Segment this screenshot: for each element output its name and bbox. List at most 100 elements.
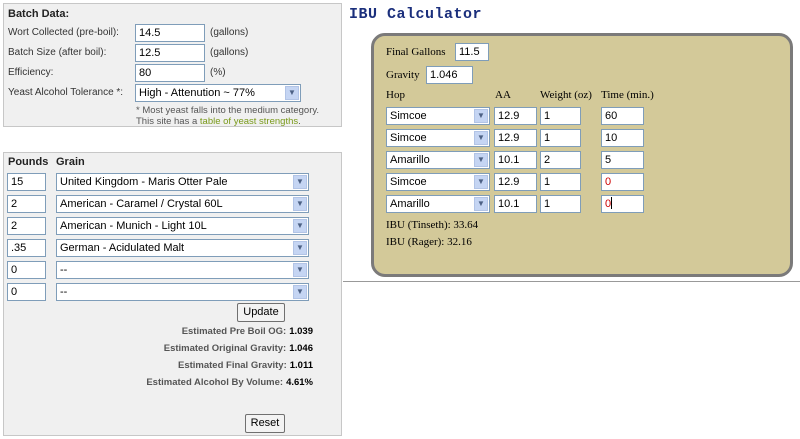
gravity-input[interactable]: 1.046 <box>426 66 473 84</box>
yeast-note: * Most yeast falls into the medium categ… <box>136 105 319 127</box>
grain-select-1[interactable]: United Kingdom - Maris Otter Pale ▼ <box>56 173 309 191</box>
ibu-calculator-panel: Final Gallons 11.5 Gravity 1.046 Hop AA … <box>371 33 793 277</box>
chevron-down-icon[interactable]: ▼ <box>474 153 488 167</box>
hop-select-value: Simcoe <box>390 176 427 188</box>
grain-pounds-input-4[interactable]: .35 <box>7 239 46 257</box>
time-column-header: Time (min.) <box>601 89 654 101</box>
pounds-column-header: Pounds <box>8 156 49 168</box>
grain-pounds-input-6[interactable]: 0 <box>7 283 46 301</box>
hop-select-2[interactable]: Simcoe ▼ <box>386 129 490 147</box>
hop-time-input-5[interactable]: 0 <box>601 195 644 213</box>
yeast-note-prefix: This site has a <box>136 116 198 127</box>
estimate-pre-boil-og: Estimated Pre Boil OG: 1.039 <box>182 326 313 337</box>
yeast-note-line1: * Most yeast falls into the medium categ… <box>136 105 320 116</box>
final-gallons-label: Final Gallons <box>386 46 446 58</box>
grain-panel: Pounds Grain 15 United Kingdom - Maris O… <box>3 152 342 436</box>
hop-select-value: Amarillo <box>390 154 430 166</box>
grain-select-value: -- <box>60 264 68 276</box>
yeast-note-line2: This site has a table of yeast strengths… <box>136 116 319 127</box>
hop-time-input-1[interactable]: 60 <box>601 107 644 125</box>
chevron-down-icon[interactable]: ▼ <box>293 219 307 233</box>
hop-select-value: Amarillo <box>390 198 430 210</box>
estimate-label: Estimated Pre Boil OG: <box>181 326 287 337</box>
estimate-value: 1.046 <box>289 343 313 354</box>
chevron-down-icon[interactable]: ▼ <box>293 197 307 211</box>
hop-weight-input-3[interactable]: 2 <box>540 151 581 169</box>
grain-pounds-input-5[interactable]: 0 <box>7 261 46 279</box>
hop-weight-input-1[interactable]: 1 <box>540 107 581 125</box>
chevron-down-icon[interactable]: ▼ <box>293 263 307 277</box>
batch-size-label: Batch Size (after boil): <box>8 47 107 58</box>
yeast-tolerance-label: Yeast Alcohol Tolerance *: <box>8 87 124 98</box>
hop-weight-input-4[interactable]: 1 <box>540 173 581 191</box>
ibu-tinseth-result: IBU (Tinseth): 33.64 <box>386 219 479 231</box>
grain-select-4[interactable]: German - Acidulated Malt ▼ <box>56 239 309 257</box>
hop-time-input-3[interactable]: 5 <box>601 151 644 169</box>
efficiency-unit: (%) <box>210 67 226 78</box>
wort-collected-unit: (gallons) <box>210 27 249 38</box>
hop-aa-input-5[interactable]: 10.1 <box>494 195 537 213</box>
grain-column-header: Grain <box>56 156 85 168</box>
aa-column-header: AA <box>495 89 511 101</box>
estimate-label: Estimated Alcohol By Volume: <box>146 377 284 388</box>
hop-time-input-4[interactable]: 0 <box>601 173 644 191</box>
wort-collected-label: Wort Collected (pre-boil): <box>8 27 119 38</box>
hop-select-value: Simcoe <box>390 132 427 144</box>
chevron-down-icon[interactable]: ▼ <box>285 86 299 100</box>
divider-line <box>343 281 800 282</box>
chevron-down-icon[interactable]: ▼ <box>474 131 488 145</box>
yeast-tolerance-select[interactable]: High - Attenution ~ 77% ▼ <box>135 84 301 102</box>
grain-select-2[interactable]: American - Caramel / Crystal 60L ▼ <box>56 195 309 213</box>
yeast-strengths-link[interactable]: table of yeast strengths <box>200 116 298 127</box>
final-gallons-input[interactable]: 11.5 <box>455 43 489 61</box>
grain-select-3[interactable]: American - Munich - Light 10L ▼ <box>56 217 309 235</box>
hop-select-3[interactable]: Amarillo ▼ <box>386 151 490 169</box>
hop-select-value: Simcoe <box>390 110 427 122</box>
chevron-down-icon[interactable]: ▼ <box>474 175 488 189</box>
efficiency-input[interactable] <box>135 64 205 82</box>
estimate-abv: Estimated Alcohol By Volume: 4.61% <box>146 377 313 388</box>
estimate-value: 1.011 <box>289 360 313 371</box>
text-caret <box>611 197 613 209</box>
hop-aa-input-1[interactable]: 12.9 <box>494 107 537 125</box>
hop-select-4[interactable]: Simcoe ▼ <box>386 173 490 191</box>
chevron-down-icon[interactable]: ▼ <box>293 175 307 189</box>
grain-select-value: German - Acidulated Malt <box>60 242 185 254</box>
batch-size-input[interactable] <box>135 44 205 62</box>
weight-column-header: Weight (oz) <box>540 89 592 101</box>
gravity-label: Gravity <box>386 69 420 81</box>
estimate-original-gravity: Estimated Original Gravity: 1.046 <box>164 343 313 354</box>
hop-aa-input-4[interactable]: 12.9 <box>494 173 537 191</box>
batch-data-heading: Batch Data: <box>8 8 70 20</box>
chevron-down-icon[interactable]: ▼ <box>474 109 488 123</box>
hop-select-1[interactable]: Simcoe ▼ <box>386 107 490 125</box>
wort-collected-input[interactable] <box>135 24 205 42</box>
grain-pounds-input-1[interactable]: 15 <box>7 173 46 191</box>
hop-time-input-2[interactable]: 10 <box>601 129 644 147</box>
grain-pounds-input-3[interactable]: 2 <box>7 217 46 235</box>
hop-select-5[interactable]: Amarillo ▼ <box>386 195 490 213</box>
yeast-tolerance-value: High - Attenution ~ 77% <box>139 87 255 99</box>
batch-size-unit: (gallons) <box>210 47 249 58</box>
hop-weight-input-2[interactable]: 1 <box>540 129 581 147</box>
grain-select-5[interactable]: -- ▼ <box>56 261 309 279</box>
chevron-down-icon[interactable]: ▼ <box>293 241 307 255</box>
grain-select-value: American - Caramel / Crystal 60L <box>60 198 223 210</box>
estimate-value: 4.61% <box>286 377 313 388</box>
chevron-down-icon[interactable]: ▼ <box>293 285 307 299</box>
grain-select-value: -- <box>60 286 68 298</box>
ibu-rager-result: IBU (Rager): 32.16 <box>386 236 472 248</box>
ibu-calculator-title: IBU Calculator <box>349 6 483 23</box>
grain-select-value: American - Munich - Light 10L <box>60 220 207 232</box>
hop-aa-input-2[interactable]: 12.9 <box>494 129 537 147</box>
chevron-down-icon[interactable]: ▼ <box>474 197 488 211</box>
estimate-label: Estimated Original Gravity: <box>163 343 287 354</box>
estimate-final-gravity: Estimated Final Gravity: 1.011 <box>178 360 313 371</box>
hop-weight-input-5[interactable]: 1 <box>540 195 581 213</box>
yeast-note-suffix: . <box>298 116 301 127</box>
hop-aa-input-3[interactable]: 10.1 <box>494 151 537 169</box>
update-button[interactable]: Update <box>237 303 285 322</box>
grain-select-6[interactable]: -- ▼ <box>56 283 309 301</box>
reset-button[interactable]: Reset <box>245 414 285 433</box>
grain-pounds-input-2[interactable]: 2 <box>7 195 46 213</box>
